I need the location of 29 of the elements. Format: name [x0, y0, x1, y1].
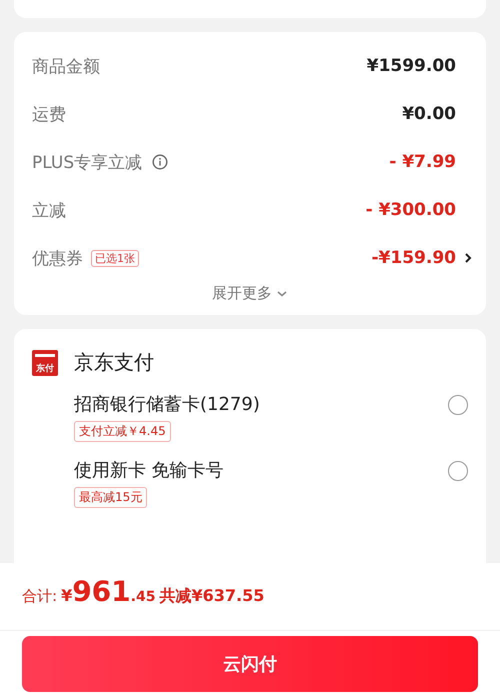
discount-tag: 支付立减￥4.45 — [74, 421, 171, 442]
fee-label: 立减 — [32, 200, 66, 222]
card-option-name: 招商银行储蓄卡(1279) — [74, 393, 260, 416]
info-icon[interactable] — [152, 154, 168, 170]
payment-method-title: 京东支付 — [74, 349, 154, 376]
wallet-logo-icon: 东付 — [32, 350, 58, 376]
fee-amount: - ¥7.99 — [389, 152, 456, 172]
card-option-name: 使用新卡 免输卡号 — [74, 459, 224, 482]
pay-button[interactable]: 云闪付 — [22, 636, 478, 692]
total-label: 合计: — [22, 587, 58, 606]
radio-button[interactable] — [448, 395, 468, 415]
fee-label: 优惠券 — [32, 248, 83, 270]
chevron-down-icon — [276, 290, 288, 298]
coupon-badge: 已选1张 — [91, 250, 139, 266]
expand-more-link[interactable]: 展开更多 — [32, 284, 468, 303]
fee-amount: -¥159.90 — [372, 248, 456, 268]
fee-label: 运费 — [32, 104, 66, 126]
total-integer: 961 — [72, 575, 131, 608]
fee-amount: ¥1599.00 — [366, 56, 456, 76]
total-saving: 共减¥637.55 — [159, 586, 264, 607]
fee-amount: ¥0.00 — [402, 104, 456, 124]
radio-button[interactable] — [448, 461, 468, 481]
discount-tag: 最高减15元 — [74, 487, 148, 508]
total-decimal: .45 — [130, 589, 156, 605]
chevron-right-icon[interactable] — [464, 252, 472, 264]
fee-label: PLUS专享立减 — [32, 152, 142, 174]
fee-amount: - ¥300.00 — [366, 200, 456, 220]
currency-symbol: ¥ — [61, 586, 72, 605]
fee-label: 商品金额 — [32, 56, 100, 78]
